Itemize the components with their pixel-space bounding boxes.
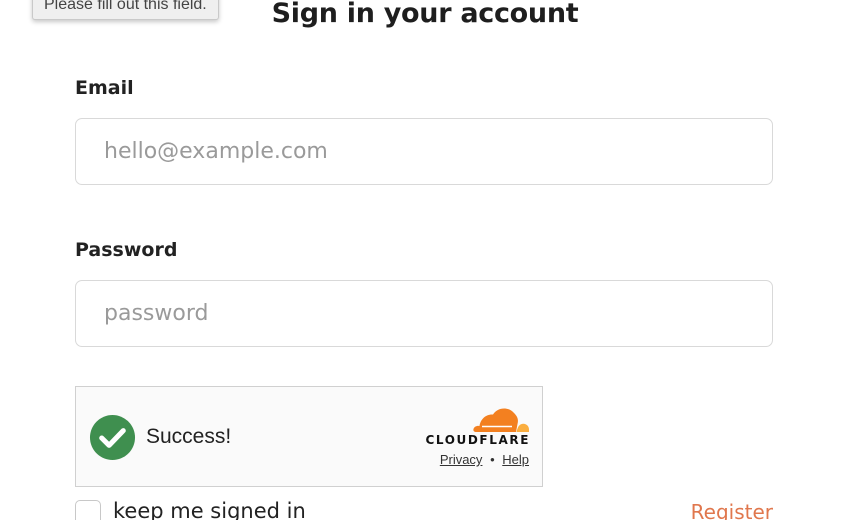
check-circle-icon	[89, 414, 136, 461]
sign-in-page: Sign in your account Please fill out thi…	[0, 0, 850, 520]
keep-signed-in-checkbox[interactable]	[75, 500, 101, 520]
cloudflare-wordmark: CLOUDFLARE	[425, 433, 530, 447]
cloudflare-cloud-icon	[473, 408, 529, 432]
captcha-links: Privacy • Help	[440, 452, 529, 467]
keep-signed-in-row: keep me signed in	[75, 497, 306, 520]
validation-tooltip: Please fill out this field.	[32, 0, 219, 20]
password-input[interactable]	[75, 280, 773, 347]
cloudflare-captcha-widget: Success! CLOUDFLARE Privacy • Help	[75, 386, 543, 487]
password-label: Password	[75, 239, 178, 261]
cloudflare-logo: CLOUDFLARE	[410, 405, 530, 447]
email-label: Email	[75, 77, 134, 99]
keep-signed-in-label[interactable]: keep me signed in	[113, 497, 306, 520]
register-link[interactable]: Register	[691, 500, 773, 520]
link-separator: •	[490, 452, 495, 467]
validation-tooltip-text: Please fill out this field.	[44, 0, 207, 13]
privacy-link[interactable]: Privacy	[440, 452, 483, 467]
email-input[interactable]	[75, 118, 773, 185]
captcha-status-text: Success!	[146, 425, 232, 448]
help-link[interactable]: Help	[502, 452, 529, 467]
